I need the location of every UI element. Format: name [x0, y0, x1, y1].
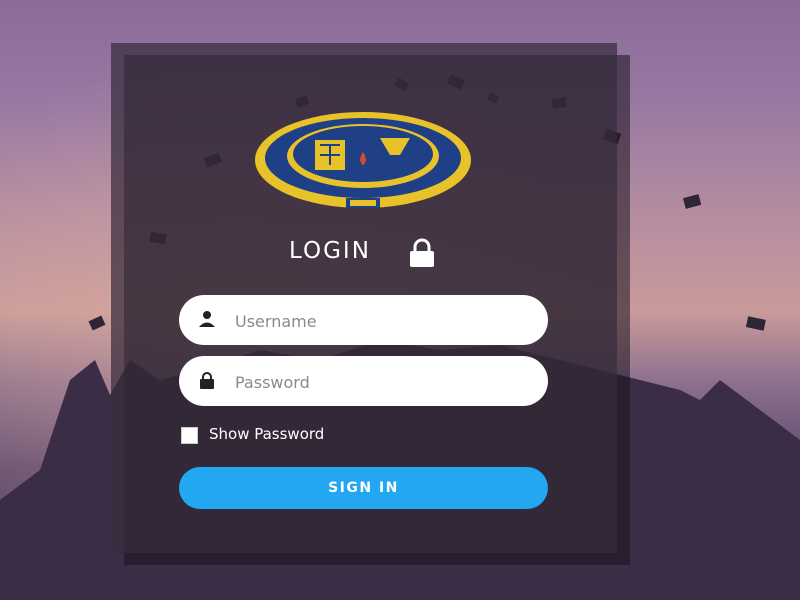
sign-in-button[interactable]: SIGN IN	[179, 467, 548, 509]
show-password-label: Show Password	[209, 425, 325, 443]
lock-icon	[410, 238, 434, 267]
show-password-checkbox[interactable]	[181, 427, 198, 444]
university-seal-logo	[255, 112, 471, 208]
password-input[interactable]	[233, 368, 527, 396]
username-field[interactable]	[179, 295, 548, 345]
user-icon	[199, 311, 215, 327]
login-title: LOGIN	[289, 238, 371, 264]
password-field[interactable]	[179, 356, 548, 406]
lock-icon	[200, 372, 214, 389]
username-input[interactable]	[233, 307, 527, 335]
